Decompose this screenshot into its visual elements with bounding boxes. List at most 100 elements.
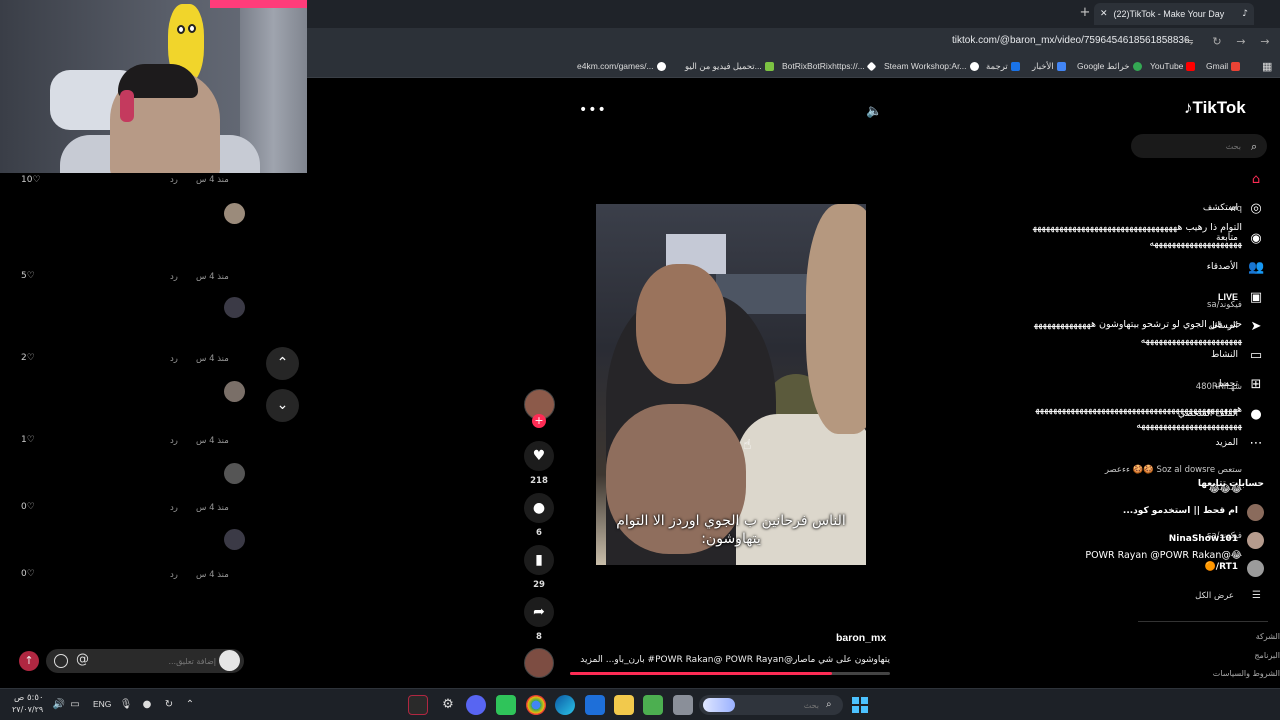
bookmark-maps[interactable]: Google خرائط [1077,61,1142,72]
bookmark-news[interactable]: الأخبار [1032,61,1066,72]
sidebar-item-more[interactable]: المزيد ⋯ [1140,435,1270,455]
commenter-avatar[interactable] [224,203,245,224]
epic-games-icon[interactable] [408,695,428,715]
following-account-name: ام قحط || استخدمو كود... [1122,506,1238,516]
bookmark-gmail[interactable]: Gmail [1206,61,1241,71]
follow-button[interactable]: + [532,414,546,428]
user-avatar [219,650,240,671]
sidebar-item-following[interactable]: متابعة ◉ [1140,230,1270,250]
sidebar-item-home[interactable]: ⌂ [1140,171,1270,191]
see-all-link[interactable]: عرض الكل [1195,591,1234,601]
clock-date[interactable]: ٢٧/٠٧/٢٩ [12,705,43,714]
comment-likes[interactable]: 0♡ [21,569,35,579]
bookmark-botrix[interactable]: BotRixBotRixhttps://... [782,61,877,71]
commenter-avatar[interactable] [224,529,245,550]
browser-tab[interactable]: ✕ (22)TikTok - Make Your Day ♪ [1094,3,1254,25]
tiktok-logo[interactable]: ♪TikTok [1184,98,1246,118]
chrome-icon[interactable] [526,695,546,715]
apps-grid-icon[interactable]: ▦ [1262,60,1272,73]
download-icon [764,62,774,71]
save-button[interactable]: ▮ [524,545,554,575]
windows-start-icon[interactable] [852,697,868,713]
close-tab-icon[interactable]: ✕ [1100,9,1108,19]
word-icon[interactable] [585,695,605,715]
window-app-icon[interactable] [673,695,693,715]
comment-likes[interactable]: 10♡ [21,175,41,185]
footer-program-link[interactable]: البرنامج [1254,651,1280,660]
reply-button[interactable]: رد [170,503,178,513]
chevron-up-tray-icon[interactable]: ⌃ [183,698,197,712]
sidebar-item-friends[interactable]: الأصدقاء 👥 [1140,259,1270,279]
mention-icon[interactable]: @ [76,652,89,667]
taskbar-search-icon: ⌕ [826,699,832,710]
discord-icon[interactable] [466,695,486,715]
chevron-down-icon: ⌄ [276,397,289,413]
emoji-icon[interactable] [54,654,68,668]
sidebar-item-upload[interactable]: تحميل ⊞ [1140,376,1270,396]
reply-button[interactable]: رد [170,175,178,185]
tune-icon[interactable]: ⇋ [1182,35,1196,49]
forward-icon[interactable]: → [1234,35,1248,49]
following-account[interactable]: NinaShow101 [1136,532,1266,550]
xbox-app-icon[interactable] [643,695,663,715]
video-progress-bar[interactable] [570,672,890,675]
search-box[interactable] [1131,134,1267,158]
sidebar-item-messages[interactable]: الرسائل ➤ [1140,318,1270,338]
send-comment-button[interactable]: ↑ [19,651,39,671]
reply-button[interactable]: رد [170,272,178,282]
next-video-button[interactable]: ⌄ [266,389,299,422]
following-account[interactable]: ام قحط || استخدمو كود... [1123,504,1266,522]
volume-tray-icon[interactable]: 🔊 [52,698,66,712]
bookmark-e4km[interactable]: e4km.com/games/... [577,61,666,71]
footer-terms-link[interactable]: الشروط والسياسات [1213,669,1280,678]
comment-input[interactable] [106,652,216,670]
file-explorer-icon[interactable] [614,695,634,715]
like-button[interactable]: ♥ [524,441,554,471]
commenter-name[interactable]: ستعص Soz al dowsre 🍪🍪 ءءعصر [1105,465,1242,475]
mic-tray-icon[interactable]: 🎙 [119,698,133,712]
reply-button[interactable]: رد [170,354,178,364]
network-tray-icon[interactable]: ▭ [68,698,82,712]
language-indicator[interactable]: ENG [93,699,111,709]
author-username[interactable]: baron_mx [836,632,886,644]
author-avatar[interactable] [524,648,554,678]
comment-likes[interactable]: 0♡ [21,502,35,512]
steam-taskbar-icon[interactable]: ⚙ [438,695,458,715]
search-icon[interactable]: ⌕ [1251,140,1257,154]
following-account[interactable]: RT1/🟠 [1136,560,1266,578]
reply-button[interactable]: رد [170,436,178,446]
commenter-avatar[interactable] [224,381,245,402]
previous-video-button[interactable]: ⌃ [266,347,299,380]
url-field[interactable]: tiktok.com/@baron_mx/video/7596454618561… [952,35,1190,46]
comment-button[interactable]: ● [524,493,554,523]
sidebar-item-compass[interactable]: استكشف ◎ [1140,200,1270,220]
taskbar-search-input[interactable] [739,697,819,713]
share-button[interactable]: ➦ [524,597,554,627]
new-tab-button[interactable]: + [1078,5,1092,21]
bookmark-steam[interactable]: Steam Workshop:Ar... [884,61,979,71]
app-tray-icon[interactable]: ● [140,698,154,712]
volume-icon[interactable]: 🔈 [866,104,882,119]
search-input[interactable] [1141,137,1241,155]
footer-company-link[interactable]: الشركة [1256,632,1280,641]
clock-time[interactable]: ٥:٥٠ ص [14,693,44,703]
comment-likes[interactable]: 2♡ [21,353,35,363]
reply-button[interactable]: رد [170,570,178,580]
back-icon[interactable]: → [1258,35,1272,49]
bookmark-video-download[interactable]: تحميل فيديو من اليو... [685,61,774,72]
chat-app-icon[interactable] [496,695,516,715]
sync-tray-icon[interactable]: ↻ [162,698,176,712]
comment-likes[interactable]: 5♡ [21,271,35,281]
sidebar-item-live[interactable]: LIVE ▣ [1140,289,1270,309]
commenter-avatar[interactable] [224,297,245,318]
reload-icon[interactable]: ↻ [1210,35,1224,49]
sidebar-item-activity[interactable]: النشاط ▭ [1140,347,1270,367]
edge-icon[interactable] [555,695,575,715]
bookmark-translate[interactable]: ترجمة [986,61,1020,72]
video-more-options-icon[interactable]: ••• [579,102,607,118]
bookmark-youtube[interactable]: YouTube [1150,61,1196,71]
comment-likes[interactable]: 1♡ [21,435,35,445]
video-player[interactable]: الناس فرحانين ب الجوي اوردز الا التوام ي… [596,204,866,565]
sidebar-item-profile[interactable]: الملف الشخصي ● [1140,406,1270,426]
commenter-avatar[interactable] [224,463,245,484]
